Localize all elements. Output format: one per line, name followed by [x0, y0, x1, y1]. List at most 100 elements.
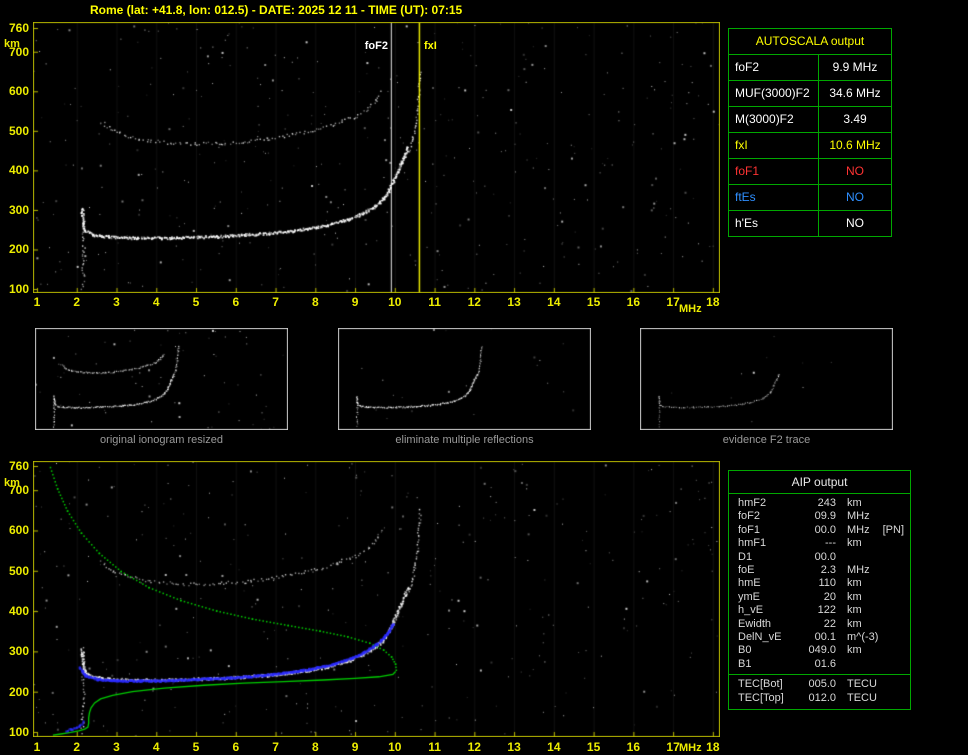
bottom-ionogram-canvas [33, 461, 720, 737]
aip-row: hmF1---km [729, 537, 910, 550]
page-title: Rome (lat: +41.8, lon: 012.5) - DATE: 20… [90, 3, 462, 17]
aip-param-value: 122 [799, 604, 836, 617]
aip-param-label: hmF1 [738, 537, 799, 550]
x-tick-label-top: 13 [504, 295, 524, 309]
x-tick-label-bottom: 16 [623, 740, 643, 754]
aip-row: TEC[Top]012.0TECU [729, 692, 910, 705]
y-tick-label-bottom: 500 [1, 564, 29, 578]
x-tick-label-bottom: 7 [266, 740, 286, 754]
x-tick-label-top: 2 [67, 295, 87, 309]
autoscala-param-label: fxI [729, 133, 819, 158]
x-tick-label-top: 1 [27, 295, 47, 309]
aip-param-value: 110 [799, 577, 836, 590]
autoscala-param-value: 9.9 MHz [819, 55, 891, 80]
aip-param-value: 00.0 [799, 524, 836, 537]
x-tick-label-top: 7 [266, 295, 286, 309]
aip-param-value: 049.0 [799, 644, 836, 657]
autoscala-output-table: AUTOSCALA output foF29.9 MHzMUF(3000)F23… [728, 28, 892, 237]
autoscala-row: foF29.9 MHz [729, 55, 891, 81]
aip-param-value: 2.3 [799, 564, 836, 577]
aip-param-unit: km [847, 618, 862, 631]
aip-param-label: h_vE [738, 604, 799, 617]
y-tick-label-bottom: 700 [1, 483, 29, 497]
thumbnail-eliminate-reflections [338, 328, 591, 430]
x-tick-label-top: 4 [146, 295, 166, 309]
thumbnail-caption-1: original ionogram resized [35, 434, 288, 446]
aip-param-unit: km [847, 497, 862, 510]
autoscala-param-label: h'Es [729, 211, 819, 236]
aip-row: foE2.3 MHz [729, 564, 910, 577]
aip-row: DelN_vE00.1m^(-3) [729, 631, 910, 644]
aip-row: hmF2243km [729, 497, 910, 510]
aip-param-unit: km [847, 591, 862, 604]
aip-param-label: Ewidth [738, 618, 799, 631]
autoscala-table-rows: foF29.9 MHzMUF(3000)F234.6 MHzM(3000)F23… [729, 55, 891, 236]
x-tick-label-top: 5 [186, 295, 206, 309]
y-tick-label-bottom: 300 [1, 644, 29, 658]
x-tick-label-top: 12 [464, 295, 484, 309]
autoscala-screen: Rome (lat: +41.8, lon: 012.5) - DATE: 20… [0, 0, 968, 755]
x-tick-label-bottom: 1 [27, 740, 47, 754]
aip-table-title: AIP output [729, 471, 910, 494]
autoscala-row: fxI10.6 MHz [729, 133, 891, 159]
autoscala-row: ftEsNO [729, 185, 891, 211]
aip-param-label: B1 [738, 658, 799, 671]
y-tick-label-bottom: 100 [1, 725, 29, 739]
aip-row: foF100.0MHz[PN] [729, 524, 910, 537]
x-tick-label-bottom: 5 [186, 740, 206, 754]
x-tick-label-bottom: 8 [305, 740, 325, 754]
x-tick-label-bottom: 4 [146, 740, 166, 754]
aip-param-value: 09.9 [799, 510, 836, 523]
autoscala-param-value: NO [819, 159, 891, 184]
autoscala-row: h'EsNO [729, 211, 891, 236]
x-tick-label-bottom: 6 [226, 740, 246, 754]
aip-param-label: foE [738, 564, 799, 577]
aip-row: Ewidth22 km [729, 618, 910, 631]
x-tick-label-top: 6 [226, 295, 246, 309]
autoscala-param-label: foF2 [729, 55, 819, 80]
aip-param-unit: MHz [847, 564, 870, 577]
x-tick-label-top: 15 [584, 295, 604, 309]
x-tick-label-bottom: 15 [584, 740, 604, 754]
autoscala-param-label: MUF(3000)F2 [729, 81, 819, 106]
top-ionogram-canvas [33, 22, 720, 293]
x-tick-label-top: 16 [623, 295, 643, 309]
aip-param-value: 005.0 [799, 678, 836, 691]
autoscala-row: M(3000)F23.49 [729, 107, 891, 133]
autoscala-param-value: 3.49 [819, 107, 891, 132]
fxI-marker-label: fxI [424, 40, 437, 52]
thumbnail-original-ionogram [35, 328, 288, 430]
autoscala-param-label: foF1 [729, 159, 819, 184]
autoscala-param-value: NO [819, 211, 891, 236]
aip-table-rows: hmF2243kmfoF209.9MHzfoF100.0MHz[PN]hmF1-… [729, 497, 910, 705]
y-tick-label-bottom: 400 [1, 604, 29, 618]
x-tick-label-bottom: 13 [504, 740, 524, 754]
x-tick-label-top: 18 [703, 295, 723, 309]
x-tick-label-top: 8 [305, 295, 325, 309]
aip-separator [729, 674, 910, 675]
x-tick-label-top: 9 [345, 295, 365, 309]
y-tick-label-top: 760 [1, 21, 29, 35]
x-tick-label-bottom: 14 [544, 740, 564, 754]
aip-row: foF209.9 MHz [729, 510, 910, 523]
aip-param-value: 012.0 [799, 692, 836, 705]
x-tick-label-bottom: 3 [107, 740, 127, 754]
foF2-marker-label: foF2 [352, 40, 388, 52]
thumbnail-caption-2: eliminate multiple reflections [338, 434, 591, 446]
aip-param-value: 20 [799, 591, 836, 604]
aip-param-unit: km [847, 577, 862, 590]
aip-param-label: foF2 [738, 510, 799, 523]
aip-param-value: 01.6 [799, 658, 836, 671]
autoscala-param-value: 34.6 MHz [819, 81, 891, 106]
aip-param-value: 22 [799, 618, 836, 631]
aip-row: ymE20km [729, 591, 910, 604]
aip-param-unit: MHz [847, 524, 870, 537]
x-tick-label-bottom: 18 [703, 740, 723, 754]
x-tick-label-top: 3 [107, 295, 127, 309]
thumbnail-caption-3: evidence F2 trace [640, 434, 893, 446]
aip-output-table: AIP output hmF2243kmfoF209.9MHzfoF100.0M… [728, 470, 911, 710]
aip-param-value: 00.1 [799, 631, 836, 644]
aip-param-unit: MHz [847, 510, 870, 523]
aip-param-label: TEC[Top] [738, 692, 799, 705]
aip-param-value: 00.0 [799, 551, 836, 564]
